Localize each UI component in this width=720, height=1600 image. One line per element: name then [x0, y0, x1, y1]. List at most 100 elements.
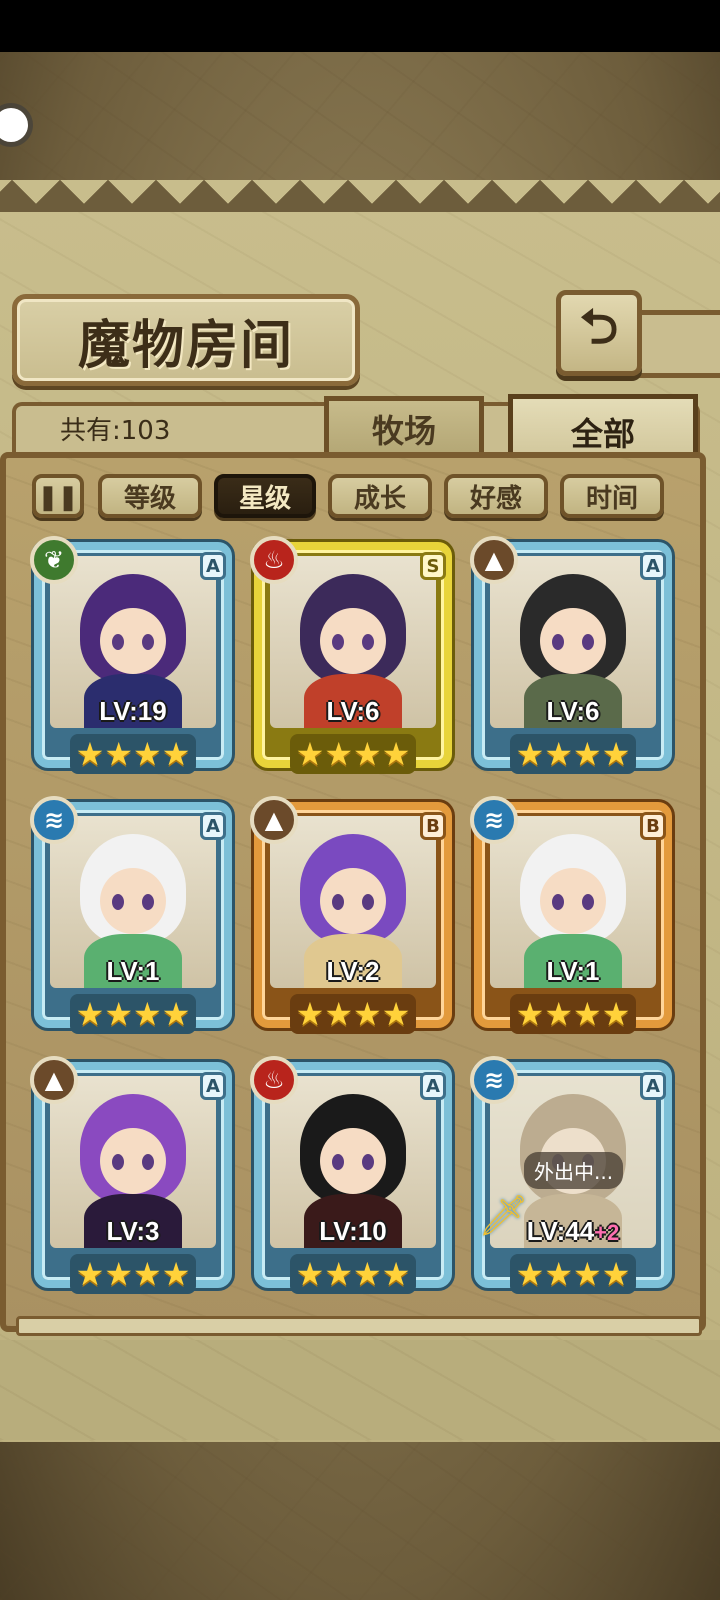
- star-icon: ★: [324, 1255, 353, 1293]
- back-button-rail: [632, 310, 720, 378]
- rank-badge: A: [200, 812, 226, 840]
- monster-level: LV:10: [254, 1216, 452, 1247]
- bottom-map-strip: [0, 1340, 720, 1440]
- level-text: LV:10: [319, 1216, 387, 1246]
- star-icon: ★: [75, 1255, 105, 1293]
- star-rating: ★ ★ ★ ★: [510, 1254, 636, 1294]
- star-icon: ★: [295, 1255, 325, 1293]
- leaf-icon: ❦: [30, 536, 78, 584]
- monster-level: LV:2: [254, 956, 452, 987]
- sort-growth-button[interactable]: 成长: [328, 474, 432, 518]
- star-rating: ★ ★ ★ ★: [70, 734, 196, 774]
- star-icon: ★: [161, 735, 191, 773]
- mountain-icon: ▲: [30, 1056, 78, 1104]
- star-icon: ★: [295, 735, 325, 773]
- monster-card[interactable]: ▲ A LV:3 ★ ★ ★ ★: [30, 1056, 232, 1296]
- star-rating: ★ ★ ★ ★: [70, 1254, 196, 1294]
- rank-badge: A: [200, 552, 226, 580]
- level-text: LV:6: [546, 696, 600, 726]
- star-icon: ★: [133, 735, 162, 773]
- sort-affection-button[interactable]: 好感: [444, 474, 548, 518]
- star-rating: ★ ★ ★ ★: [290, 994, 416, 1034]
- monster-card[interactable]: ≋ B LV:1 ★ ★ ★ ★: [470, 796, 672, 1036]
- wave-icon: ≋: [30, 796, 78, 844]
- monster-level: LV:1: [34, 956, 232, 987]
- level-text: LV:1: [546, 956, 600, 986]
- star-rating: ★ ★ ★ ★: [510, 994, 636, 1034]
- star-rating: ★ ★ ★ ★: [290, 734, 416, 774]
- page-title: 魔物房间: [77, 314, 294, 376]
- monster-level: LV:19: [34, 696, 232, 727]
- star-icon: ★: [104, 735, 133, 773]
- star-icon: ★: [381, 735, 411, 773]
- star-icon: ★: [573, 995, 602, 1033]
- flame-icon: ♨: [250, 1056, 298, 1104]
- rank-badge: B: [640, 812, 666, 840]
- rank-badge: A: [640, 1072, 666, 1100]
- monster-level: LV:6: [474, 696, 672, 727]
- sort-order-toggle[interactable]: ❚❚: [32, 474, 84, 518]
- level-text: LV:19: [99, 696, 167, 726]
- star-icon: ★: [133, 1255, 162, 1293]
- wave-icon: ≋: [470, 796, 518, 844]
- star-icon: ★: [75, 995, 105, 1033]
- star-icon: ★: [601, 1255, 631, 1293]
- title-plate: 魔物房间: [12, 294, 360, 386]
- rank-badge: S: [420, 552, 446, 580]
- pause-sort-icon: ❚❚: [37, 481, 79, 511]
- star-icon: ★: [515, 995, 545, 1033]
- monster-card[interactable]: 外出中... ≋ A 🗡 LV:44+2 ★ ★ ★ ★: [470, 1056, 672, 1296]
- star-icon: ★: [573, 1255, 602, 1293]
- sort-star-button[interactable]: 星级: [214, 474, 316, 518]
- monster-card[interactable]: ≋ A LV:1 ★ ★ ★ ★: [30, 796, 232, 1036]
- sort-level-button[interactable]: 等级: [98, 474, 202, 518]
- list-bottom-rail: [16, 1316, 702, 1336]
- star-icon: ★: [133, 995, 162, 1033]
- monster-level: LV:1: [474, 956, 672, 987]
- sort-time-button[interactable]: 时间: [560, 474, 664, 518]
- mountain-icon: ▲: [470, 536, 518, 584]
- star-icon: ★: [324, 735, 353, 773]
- level-bonus: +2: [594, 1220, 620, 1245]
- rank-badge: B: [420, 812, 446, 840]
- monster-level: LV:44+2: [474, 1216, 672, 1247]
- monster-card[interactable]: ▲ A LV:6 ★ ★ ★ ★: [470, 536, 672, 776]
- monster-card[interactable]: ♨ S LV:6 ★ ★ ★ ★: [250, 536, 452, 776]
- star-icon: ★: [381, 995, 411, 1033]
- wave-icon: ≋: [470, 1056, 518, 1104]
- star-icon: ★: [161, 1255, 191, 1293]
- level-text: LV:6: [326, 696, 380, 726]
- rank-badge: A: [200, 1072, 226, 1100]
- star-icon: ★: [161, 995, 191, 1033]
- star-icon: ★: [104, 995, 133, 1033]
- star-icon: ★: [573, 735, 602, 773]
- star-icon: ★: [295, 995, 325, 1033]
- star-icon: ★: [381, 1255, 411, 1293]
- star-icon: ★: [601, 735, 631, 773]
- monster-card[interactable]: ▲ B LV:2 ★ ★ ★ ★: [250, 796, 452, 1036]
- star-icon: ★: [544, 735, 573, 773]
- tab-pasture[interactable]: 牧场: [324, 396, 484, 457]
- star-rating: ★ ★ ★ ★: [70, 994, 196, 1034]
- star-icon: ★: [353, 995, 382, 1033]
- star-icon: ★: [515, 735, 545, 773]
- return-arrow-icon: ⮌: [579, 298, 619, 355]
- star-icon: ★: [75, 735, 105, 773]
- sort-bar: ❚❚ 等级 星级 成长 好感 时间: [0, 474, 720, 524]
- star-icon: ★: [601, 995, 631, 1033]
- flame-icon: ♨: [250, 536, 298, 584]
- star-icon: ★: [544, 995, 573, 1033]
- star-icon: ★: [544, 1255, 573, 1293]
- monster-card[interactable]: ❦ A LV:19 ★ ★ ★ ★: [30, 536, 232, 776]
- monster-card[interactable]: ♨ A LV:10 ★ ★ ★ ★: [250, 1056, 452, 1296]
- level-text: LV:3: [106, 1216, 160, 1246]
- star-icon: ★: [515, 1255, 545, 1293]
- star-icon: ★: [353, 1255, 382, 1293]
- star-icon: ★: [324, 995, 353, 1033]
- level-text: LV:44: [526, 1216, 595, 1246]
- mountain-icon: ▲: [250, 796, 298, 844]
- star-icon: ★: [104, 1255, 133, 1293]
- level-text: LV:2: [326, 956, 380, 986]
- back-button[interactable]: ⮌: [556, 290, 642, 376]
- star-icon: ★: [353, 735, 382, 773]
